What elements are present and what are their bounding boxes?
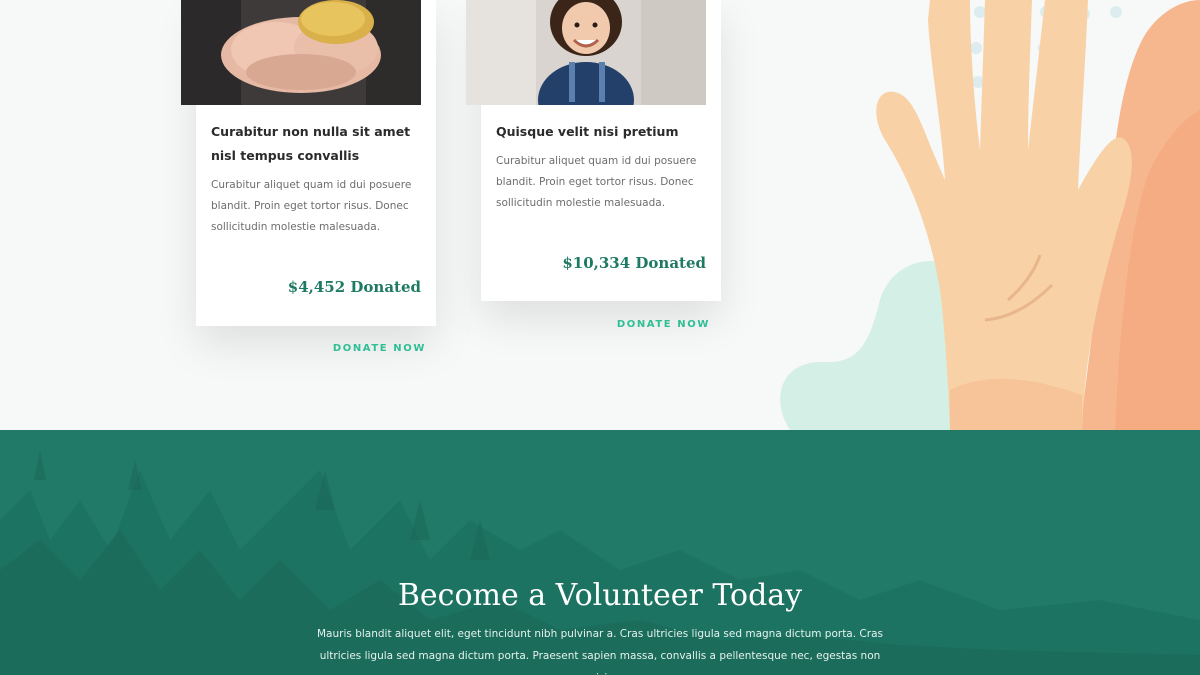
card-description: Curabitur aliquet quam id dui posuere bl… bbox=[496, 155, 697, 209]
donate-now-link[interactable]: DONATE NOW bbox=[320, 343, 426, 354]
donated-amount: $10,334 Donated bbox=[562, 254, 706, 272]
volunteer-heading: Become a Volunteer Today bbox=[397, 578, 803, 613]
donate-now-link[interactable]: DONATE NOW bbox=[604, 319, 710, 330]
card-title: Quisque velit nisi pretium bbox=[496, 124, 679, 139]
donation-section: Curabitur non nulla sit amet nisl tempus… bbox=[0, 0, 1200, 430]
child-photo bbox=[466, 0, 706, 105]
volunteer-description: Mauris blandit aliquet elit, eget tincid… bbox=[317, 628, 883, 675]
raised-hands-illustration bbox=[770, 0, 1200, 430]
volunteer-section: Become a Volunteer Today Mauris blandit … bbox=[0, 430, 1200, 675]
card-title: Curabitur non nulla sit amet nisl tempus… bbox=[211, 124, 411, 163]
hands-coin-photo bbox=[181, 0, 421, 105]
donated-amount: $4,452 Donated bbox=[287, 278, 421, 296]
card-description: Curabitur aliquet quam id dui posuere bl… bbox=[211, 179, 412, 233]
